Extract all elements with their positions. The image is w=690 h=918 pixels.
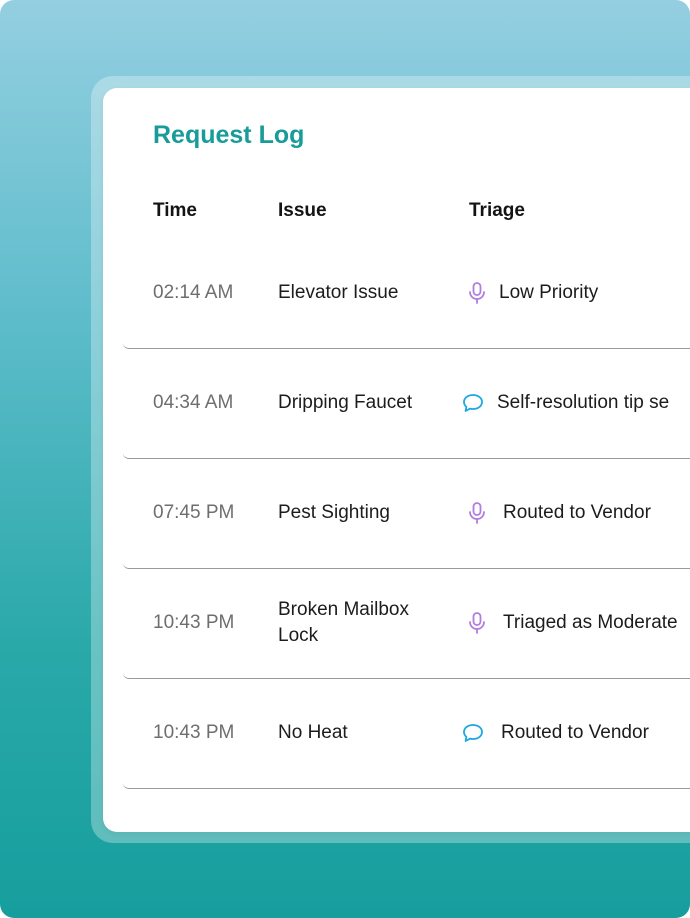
column-header-time: Time: [153, 200, 198, 221]
table-row[interactable]: 10:43 PM No Heat Routed to Vendor: [123, 678, 690, 789]
table-row[interactable]: 07:45 PM Pest Sighting Routed to Vendor: [123, 458, 690, 569]
row-triage: Routed to Vendor: [461, 721, 649, 745]
row-triage: Triaged as Moderate: [465, 611, 678, 635]
background: Request Log Time Issue Triage 02:14 AM E…: [0, 0, 690, 918]
row-issue: Pest Sighting: [278, 502, 390, 523]
row-time: 02:14 AM: [153, 282, 234, 303]
row-issue: Elevator Issue: [278, 282, 399, 303]
triage-status: Routed to Vendor: [503, 502, 651, 523]
triage-status: Low Priority: [499, 282, 599, 303]
row-time: 10:43 PM: [153, 612, 235, 633]
table-row[interactable]: 04:34 AM Dripping Faucet Self-resolution…: [123, 348, 690, 459]
chat-bubble-icon: [461, 721, 485, 745]
row-time: 10:43 PM: [153, 722, 235, 743]
triage-status: Self-resolution tip se: [497, 392, 670, 413]
row-triage: Self-resolution tip se: [461, 391, 669, 415]
request-log-card: Request Log Time Issue Triage 02:14 AM E…: [103, 88, 690, 832]
column-header-triage: Triage: [469, 200, 525, 221]
table-row[interactable]: 10:43 PM Broken Mailbox Lock Triaged as …: [123, 568, 690, 679]
row-issue: Broken Mailbox Lock: [278, 599, 409, 646]
row-issue: Dripping Faucet: [278, 392, 413, 413]
table-row[interactable]: 02:14 AM Elevator Issue Low Priority: [123, 238, 690, 349]
row-issue: No Heat: [278, 722, 348, 743]
triage-status: Triaged as Moderate: [503, 612, 678, 633]
row-time: 07:45 PM: [153, 502, 235, 523]
microphone-icon: [465, 501, 489, 525]
triage-status: Routed to Vendor: [501, 722, 649, 743]
row-triage: Low Priority: [465, 281, 598, 305]
row-triage: Routed to Vendor: [465, 501, 651, 525]
row-time: 04:34 AM: [153, 392, 234, 413]
column-header-issue: Issue: [278, 200, 327, 221]
microphone-icon: [465, 611, 489, 635]
chat-bubble-icon: [461, 391, 485, 415]
microphone-icon: [465, 281, 489, 305]
page-title: Request Log: [153, 121, 305, 149]
